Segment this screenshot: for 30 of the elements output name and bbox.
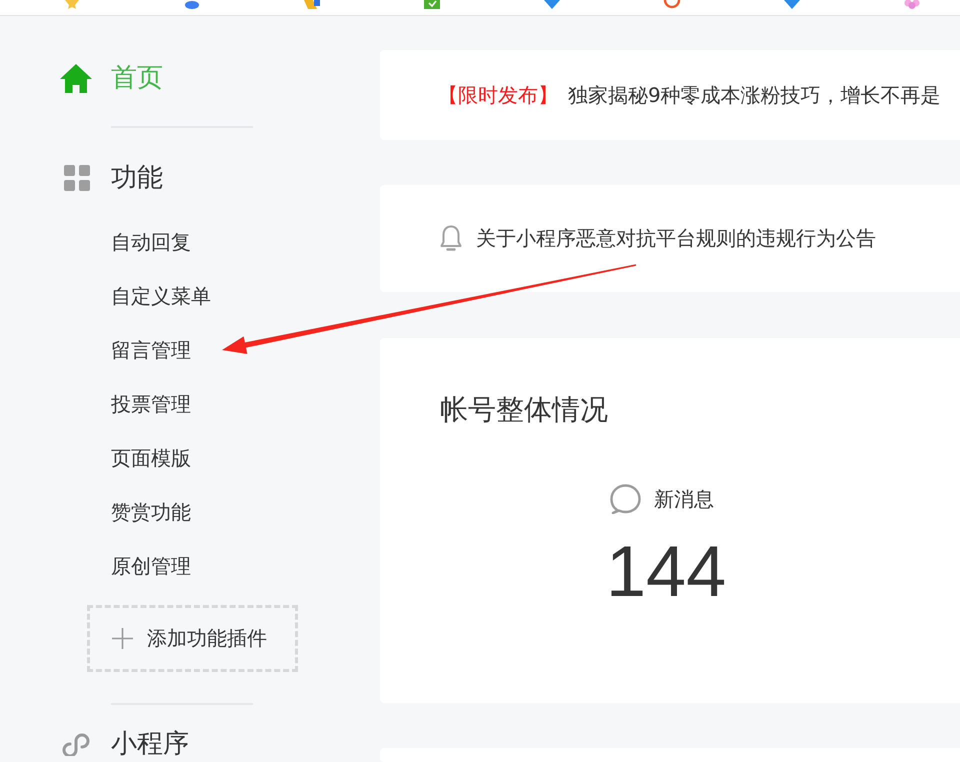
star-icon[interactable] [63, 0, 81, 9]
flag-icon[interactable] [303, 0, 321, 9]
menu-item[interactable]: 赞赏功能 [111, 497, 191, 527]
add-plugin-button[interactable]: 添加功能插件 [87, 605, 298, 672]
triangle-icon[interactable] [783, 0, 801, 9]
menu-item[interactable]: 原创管理 [111, 551, 191, 581]
home-icon[interactable] [60, 64, 92, 92]
ring-icon[interactable] [663, 0, 681, 9]
banner-tag: 【限时发布】 [438, 82, 558, 108]
menu-item[interactable]: 留言管理 [111, 335, 191, 365]
card-title: 帐号整体情况 [440, 392, 608, 428]
link-icon [62, 732, 90, 756]
grid-icon [64, 164, 90, 192]
notice-link[interactable]: 关于小程序恶意对抗平台规则的违规行为公告 [476, 225, 876, 252]
menu-item[interactable]: 投票管理 [111, 389, 191, 419]
section-title: 小程序 [111, 728, 189, 761]
menu-item[interactable]: 自定义菜单 [111, 281, 211, 311]
menu-item[interactable]: 页面模版 [111, 443, 191, 473]
section-title: 功能 [111, 162, 163, 195]
triangle-icon[interactable] [543, 0, 561, 9]
banner-headline[interactable]: 独家揭秘9种零成本涨粉技巧，增长不再是 [568, 82, 941, 108]
menu-item[interactable]: 自动回复 [111, 227, 191, 257]
bell-icon [440, 225, 462, 252]
stat-label: 新消息 [654, 486, 714, 513]
check-icon[interactable] [423, 0, 441, 9]
stat-value: 144 [606, 532, 726, 612]
plus-icon [112, 628, 133, 649]
oval-icon[interactable] [183, 0, 201, 9]
chat-icon [610, 484, 641, 514]
flower-icon[interactable] [903, 0, 921, 9]
